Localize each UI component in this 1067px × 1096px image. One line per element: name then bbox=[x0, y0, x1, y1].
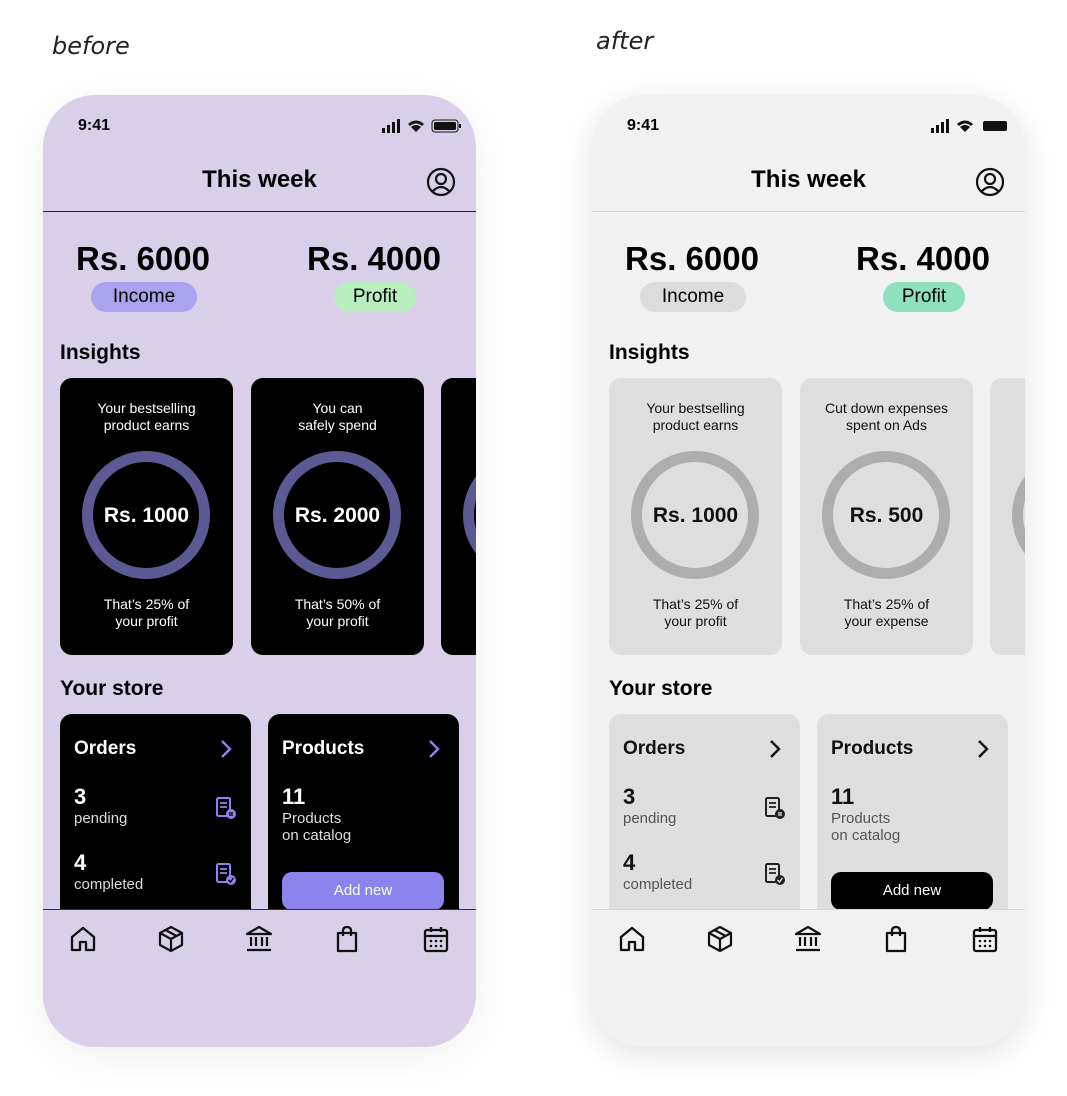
completed-label: completed bbox=[74, 876, 144, 893]
orders-card[interactable]: Orders 3 pending 4 completed bbox=[609, 714, 800, 924]
chevron-right-icon[interactable] bbox=[425, 738, 443, 760]
add-new-button[interactable]: Add new bbox=[831, 872, 993, 910]
home-icon[interactable] bbox=[68, 924, 98, 954]
chevron-right-icon[interactable] bbox=[217, 738, 235, 760]
insight-card[interactable]: Your bestselling product earns Rs. 1000 … bbox=[609, 378, 782, 655]
phone-before: 9:41 This week Rs. 6000 Income Rs. 4000 … bbox=[43, 95, 476, 1047]
add-new-button[interactable]: Add new bbox=[282, 872, 444, 910]
insight-heading: You can safely spend bbox=[298, 400, 377, 433]
home-icon[interactable] bbox=[617, 924, 647, 954]
shopping-bag-icon[interactable] bbox=[881, 924, 911, 954]
profit-badge: Profit bbox=[334, 282, 416, 312]
pending-count: 3 bbox=[74, 784, 87, 809]
insight-note: That’s 50% of your profit bbox=[294, 596, 381, 629]
status-bar-icons bbox=[931, 119, 1007, 133]
header-divider bbox=[43, 211, 476, 212]
completed-label: completed bbox=[623, 876, 693, 893]
insight-note: That’s 25% of your expense bbox=[843, 596, 930, 629]
products-count: 11 bbox=[282, 784, 306, 809]
income-amount: Rs. 6000 bbox=[76, 240, 210, 277]
products-card[interactable]: Products 11 Products on catalog Add new bbox=[817, 714, 1008, 924]
income-badge: Income bbox=[640, 282, 746, 312]
orders-title: Orders bbox=[623, 738, 686, 759]
insight-heading: Your bestselling product earns bbox=[97, 400, 196, 433]
pending-label: pending bbox=[74, 810, 128, 827]
pending-label: pending bbox=[623, 810, 677, 827]
calendar-icon[interactable] bbox=[421, 924, 451, 954]
products-title: Products bbox=[831, 738, 914, 759]
header-divider bbox=[592, 211, 1025, 212]
user-circle-icon[interactable] bbox=[426, 167, 456, 197]
bank-icon[interactable] bbox=[244, 924, 274, 954]
insight-heading: Your bestselling product earns bbox=[646, 400, 745, 433]
insight-value: Rs. 500 bbox=[849, 504, 924, 527]
orders-card[interactable]: Orders 3 pending 4 completed bbox=[60, 714, 251, 924]
insight-card[interactable]: Cut down expenses spent on Ads Rs. 500 T… bbox=[800, 378, 973, 655]
products-label: Products on catalog bbox=[831, 810, 901, 844]
insight-card-partial[interactable] bbox=[990, 378, 1025, 655]
after-caption: after bbox=[596, 27, 654, 55]
products-title: Products bbox=[282, 738, 365, 759]
insight-note: That’s 25% of your profit bbox=[652, 596, 739, 629]
status-bar-icons bbox=[382, 119, 461, 133]
tab-bar bbox=[592, 909, 1025, 1047]
products-card[interactable]: Products 11 Products on catalog Add new bbox=[268, 714, 459, 924]
completed-count: 4 bbox=[623, 850, 636, 875]
orders-title: Orders bbox=[74, 738, 137, 759]
insight-ring bbox=[1012, 451, 1025, 579]
products-label: Products on catalog bbox=[282, 810, 352, 844]
insight-note: That’s 25% of your profit bbox=[103, 596, 190, 629]
document-check-icon bbox=[216, 863, 236, 885]
box-icon[interactable] bbox=[156, 924, 186, 954]
profit-badge: Profit bbox=[883, 282, 965, 312]
completed-count: 4 bbox=[74, 850, 87, 875]
chevron-right-icon[interactable] bbox=[974, 738, 992, 760]
profit-amount: Rs. 4000 bbox=[307, 240, 441, 277]
page-title: This week bbox=[751, 166, 866, 193]
before-caption: before bbox=[52, 32, 130, 60]
insight-card[interactable]: You can safely spend Rs. 2000 That’s 50%… bbox=[251, 378, 424, 655]
status-time: 9:41 bbox=[627, 117, 660, 134]
phone-after: 9:41 This week Rs. 6000 Income Rs. 4000 … bbox=[592, 95, 1025, 1047]
page-title: This week bbox=[202, 166, 317, 193]
insight-heading: Cut down expenses spent on Ads bbox=[825, 400, 948, 433]
insight-card[interactable]: Your bestselling product earns Rs. 1000 … bbox=[60, 378, 233, 655]
products-count: 11 bbox=[831, 784, 855, 809]
user-circle-icon[interactable] bbox=[975, 167, 1005, 197]
shopping-bag-icon[interactable] bbox=[332, 924, 362, 954]
store-title: Your store bbox=[609, 677, 713, 700]
box-icon[interactable] bbox=[705, 924, 735, 954]
insight-card-partial[interactable] bbox=[441, 378, 476, 655]
document-pending-icon bbox=[216, 797, 236, 819]
insights-title: Insights bbox=[609, 341, 690, 364]
income-amount: Rs. 6000 bbox=[625, 240, 759, 277]
document-check-icon bbox=[765, 863, 785, 885]
income-badge: Income bbox=[91, 282, 197, 312]
insights-title: Insights bbox=[60, 341, 141, 364]
bank-icon[interactable] bbox=[793, 924, 823, 954]
tab-bar bbox=[43, 909, 476, 1047]
chevron-right-icon[interactable] bbox=[766, 738, 784, 760]
insight-ring bbox=[463, 451, 476, 579]
document-pending-icon bbox=[765, 797, 785, 819]
insight-value: Rs. 1000 bbox=[103, 504, 190, 527]
store-title: Your store bbox=[60, 677, 164, 700]
insight-value: Rs. 2000 bbox=[294, 504, 381, 527]
insight-value: Rs. 1000 bbox=[652, 504, 739, 527]
status-time: 9:41 bbox=[78, 117, 111, 134]
profit-amount: Rs. 4000 bbox=[856, 240, 990, 277]
calendar-icon[interactable] bbox=[970, 924, 1000, 954]
pending-count: 3 bbox=[623, 784, 636, 809]
